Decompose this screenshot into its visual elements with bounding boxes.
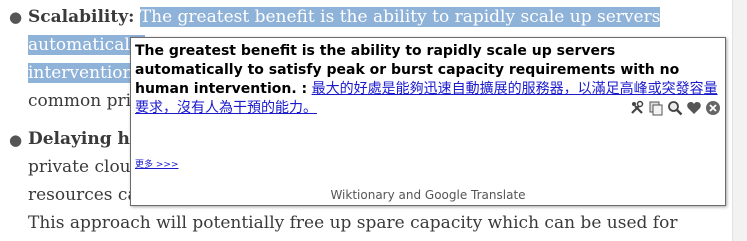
magnifier-icon[interactable] <box>667 100 683 116</box>
heart-icon[interactable] <box>686 100 702 116</box>
article-line-1: Scalability: The greatest benefit is the… <box>28 5 661 29</box>
tools-icon[interactable] <box>629 100 645 116</box>
close-icon[interactable] <box>705 100 721 116</box>
article-line-6: private cloud <box>28 155 142 179</box>
copy-icon[interactable] <box>648 100 664 116</box>
article-line-3: intervention <box>28 61 134 85</box>
article-line-7: resources car <box>28 183 146 207</box>
popup-footer: Wiktionary and Google Translate <box>330 188 526 202</box>
page-scrollbar-edge[interactable] <box>732 0 747 241</box>
article-text-line7: resources car <box>28 185 146 205</box>
item2-label: Delaying ha <box>28 129 141 149</box>
article-line-4: common priv <box>28 89 141 113</box>
selected-text-line3[interactable]: intervention <box>28 63 134 83</box>
article-text-line4: common priv <box>28 91 141 111</box>
article-line-8: This approach will potentially free up s… <box>28 211 677 235</box>
selected-text-line2[interactable]: automatically <box>28 35 145 55</box>
bullet-1: ● <box>9 8 23 26</box>
item1-label: Scalability: <box>28 7 135 27</box>
selected-text-line1[interactable]: The greatest benefit is the ability to r… <box>139 7 661 27</box>
article-text-line6: private cloud <box>28 157 142 177</box>
article-text-line8: This approach will potentially free up s… <box>28 213 678 233</box>
more-link[interactable]: 更多 >>> <box>135 157 178 170</box>
bullet-2: ● <box>9 131 23 149</box>
popup-toolbar <box>629 100 721 116</box>
article-line-2: automatically <box>28 33 145 57</box>
article-line-5: Delaying ha <box>28 127 141 151</box>
translation-popup: The greatest benefit is the ability to r… <box>130 37 726 206</box>
